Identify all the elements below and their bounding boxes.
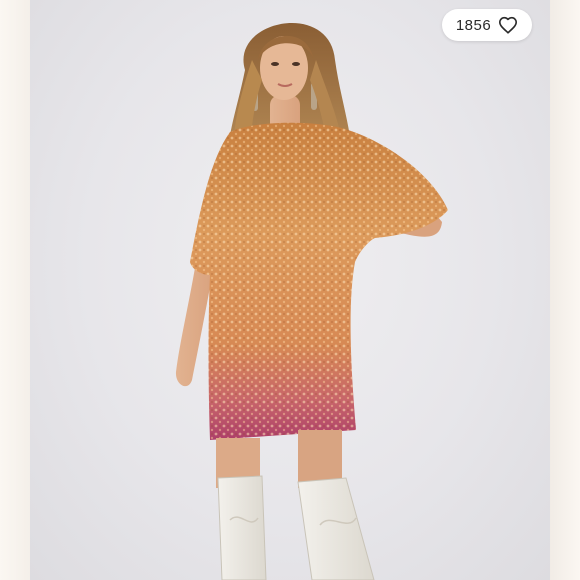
right-boot: [297, 477, 375, 580]
product-photo-illustration: [175, 22, 448, 580]
left-boot: [217, 475, 267, 580]
listing-image-frame: 1856: [0, 0, 580, 580]
image-margin-left: [0, 0, 30, 580]
like-button[interactable]: 1856: [442, 9, 532, 41]
like-count: 1856: [455, 16, 492, 34]
image-margin-right: [550, 0, 580, 580]
heart-outline-icon: [499, 16, 518, 34]
product-photo[interactable]: [30, 0, 550, 580]
